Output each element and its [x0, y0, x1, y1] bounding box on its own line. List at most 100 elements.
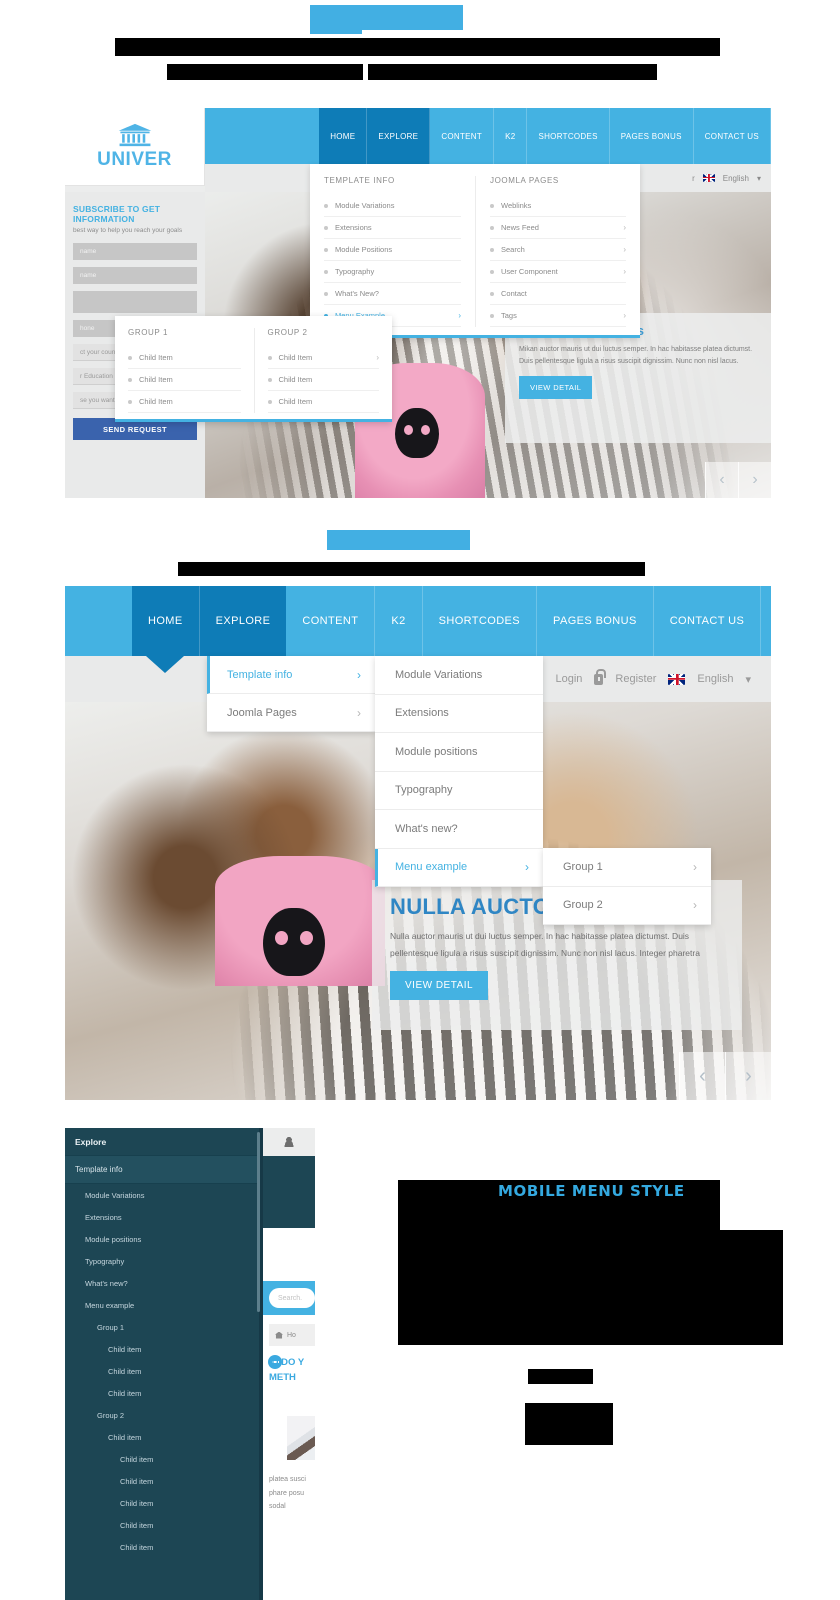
- label: Template info: [227, 668, 293, 681]
- sidebar-item-menu-example[interactable]: Menu example: [65, 1294, 259, 1316]
- sidebar-item-child[interactable]: Child item: [65, 1470, 259, 1492]
- view-detail-button[interactable]: VIEW DETAIL: [519, 376, 593, 400]
- bullet-icon: [267, 399, 272, 404]
- group-1-child-item[interactable]: Child Item: [128, 369, 241, 391]
- sidebar-item-template-info[interactable]: Template info: [65, 1156, 259, 1184]
- label: Typography: [335, 267, 375, 276]
- slider-arrows: ‹ ›: [705, 462, 771, 498]
- chevron-right-icon: ›: [623, 311, 626, 320]
- classical-building-icon: [118, 123, 151, 146]
- slider-prev-icon-2[interactable]: ‹: [679, 1052, 725, 1100]
- nav-item-shortcodes[interactable]: SHORTCODES: [527, 108, 610, 164]
- search-input[interactable]: Search.: [269, 1288, 315, 1308]
- mega-item-contact[interactable]: Contact: [490, 283, 626, 305]
- bullet-icon: [324, 225, 328, 230]
- nav2-item-explore[interactable]: EXPLORE: [199, 586, 287, 656]
- language-label[interactable]: English: [723, 174, 749, 183]
- chevron-down-icon-2[interactable]: ▾: [745, 673, 751, 686]
- nav-item-content[interactable]: CONTENT: [430, 108, 495, 164]
- slider-next-icon[interactable]: ›: [738, 462, 771, 498]
- sidebar-item-child[interactable]: Child item: [65, 1360, 259, 1382]
- dropdown3-item-group-1[interactable]: Group 1 ›: [543, 848, 711, 887]
- label: Tags: [501, 311, 517, 320]
- sidebar-item-whats-new[interactable]: What's new?: [65, 1272, 259, 1294]
- dropdown1-item-template-info[interactable]: Template info ›: [207, 656, 375, 694]
- nav2-item-home[interactable]: HOME: [132, 586, 200, 656]
- email-input[interactable]: [73, 291, 197, 313]
- dropdown2-item-menu-example[interactable]: Menu example ›: [375, 848, 543, 887]
- redacted-heading-highlight-tail: [310, 30, 362, 34]
- dropdown2-item-module-variations[interactable]: Module Variations: [375, 656, 543, 695]
- sidebar-item-child[interactable]: Child item: [65, 1382, 259, 1404]
- group-1-child-item[interactable]: Child Item: [128, 391, 241, 413]
- nav2-item-contact-us[interactable]: CONTACT US: [654, 586, 762, 656]
- mega-item-whats-new[interactable]: What's New?: [324, 283, 461, 305]
- sidebar-item-child[interactable]: Child item: [65, 1514, 259, 1536]
- mobile-user-bar: [263, 1128, 315, 1156]
- user-avatar-icon[interactable]: [283, 1137, 295, 1147]
- group-2-title: GROUP 2: [267, 328, 308, 337]
- site-logo[interactable]: UNIVER: [65, 108, 205, 186]
- nav-item-k2[interactable]: K2: [494, 108, 528, 164]
- mega-item-search[interactable]: Search ›: [490, 239, 626, 261]
- mega-item-typography[interactable]: Typography: [324, 261, 461, 283]
- mega-item-weblinks[interactable]: Weblinks: [490, 195, 626, 217]
- slide-body: Mikan auctor mauris ut dui luctus semper…: [519, 346, 753, 365]
- dropdown1-item-joomla-pages[interactable]: Joomla Pages ›: [207, 694, 375, 732]
- redacted-section3-button-bar: [525, 1403, 613, 1445]
- nav-item-explore[interactable]: EXPLORE: [367, 108, 431, 164]
- view-detail-button-2[interactable]: VIEW DETAIL: [390, 971, 489, 1001]
- label: Typography: [395, 784, 453, 797]
- nav-item-home[interactable]: HOME: [319, 108, 368, 164]
- sidebar-item-child[interactable]: Child item: [65, 1536, 259, 1558]
- nav2-item-pages-bonus[interactable]: PAGES BONUS: [537, 586, 654, 656]
- mega-item-module-positions[interactable]: Module Positions: [324, 239, 461, 261]
- sidebar-item-extensions[interactable]: Extensions: [65, 1206, 259, 1228]
- mega-item-extensions[interactable]: Extensions: [324, 217, 461, 239]
- mega-item-tags[interactable]: Tags ›: [490, 305, 626, 327]
- sidebar-scrollbar[interactable]: [257, 1132, 260, 1312]
- subscribe-title: SUBSCRIBE TO GET INFORMATION: [73, 204, 161, 224]
- group-2-child-item[interactable]: Child Item: [267, 391, 379, 413]
- sidebar-item-child[interactable]: Child item: [65, 1338, 259, 1360]
- first-name-input[interactable]: name: [73, 243, 197, 260]
- slider-next-icon-2[interactable]: ›: [725, 1052, 771, 1100]
- mega-item-news-feed[interactable]: News Feed ›: [490, 217, 626, 239]
- mega-item-module-variations[interactable]: Module Variations: [324, 195, 461, 217]
- sidebar-item-child[interactable]: Child item: [65, 1492, 259, 1514]
- language-label-2[interactable]: English: [697, 673, 733, 685]
- bullet-icon: [490, 203, 494, 208]
- nav2-item-shortcodes[interactable]: SHORTCODES: [423, 586, 538, 656]
- register-link[interactable]: Register: [615, 673, 656, 685]
- login-link[interactable]: Login: [556, 673, 583, 685]
- group-1-child-item[interactable]: Child Item: [128, 347, 241, 369]
- label: What's New?: [335, 289, 379, 298]
- label: Contact: [501, 289, 527, 298]
- dropdown2-item-module-positions[interactable]: Module positions: [375, 733, 543, 772]
- group-2-child-item[interactable]: Child Item ›: [267, 347, 379, 369]
- nav2-item-content[interactable]: CONTENT: [286, 586, 376, 656]
- sidebar-item-module-positions[interactable]: Module positions: [65, 1228, 259, 1250]
- dropdown2-item-typography[interactable]: Typography: [375, 772, 543, 810]
- redacted-subheading-highlight: [327, 530, 470, 550]
- last-name-input[interactable]: name: [73, 267, 197, 284]
- slider-prev-icon[interactable]: ‹: [705, 462, 738, 498]
- nav-item-pages-bonus[interactable]: PAGES BONUS: [610, 108, 694, 164]
- sidebar-item-group-1[interactable]: Group 1: [65, 1316, 259, 1338]
- sidebar-item-group-2[interactable]: Group 2: [65, 1404, 259, 1426]
- mega-item-user-component[interactable]: User Component ›: [490, 261, 626, 283]
- nav-item-contact-us[interactable]: CONTACT US: [694, 108, 771, 164]
- breadcrumb-label[interactable]: Ho: [287, 1332, 296, 1339]
- chevron-down-icon[interactable]: ▾: [757, 174, 761, 183]
- sidebar-item-typography[interactable]: Typography: [65, 1250, 259, 1272]
- group-2-child-item[interactable]: Child Item: [267, 369, 379, 391]
- dropdown3-item-group-2[interactable]: Group 2 ›: [543, 887, 711, 925]
- dropdown2-item-whats-new[interactable]: What's new?: [375, 810, 543, 849]
- lock-icon: [594, 668, 606, 685]
- sidebar-item-child[interactable]: Child item: [65, 1426, 259, 1448]
- sidebar-item-child[interactable]: Child item: [65, 1448, 259, 1470]
- nav2-item-k2[interactable]: K2: [375, 586, 423, 656]
- sidebar-item-module-variations[interactable]: Module Variations: [65, 1184, 259, 1206]
- dropdown2-item-extensions[interactable]: Extensions: [375, 695, 543, 733]
